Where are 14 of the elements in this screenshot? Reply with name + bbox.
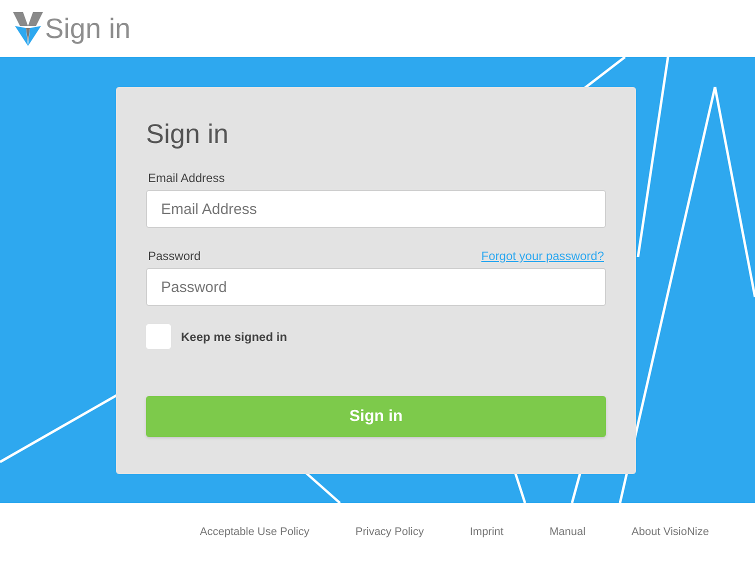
footer-link[interactable]: Imprint — [470, 524, 504, 541]
field-label: Email Address — [147, 171, 226, 185]
logo-icon — [13, 12, 43, 46]
footer-link[interactable]: Acceptable Use Policy — [200, 524, 310, 541]
footer-link[interactable]: Manual — [549, 524, 586, 541]
footer-link[interactable]: About VisioNize — [632, 524, 709, 541]
form-heading: Sign in — [146, 118, 230, 151]
keep-signed-in-checkbox[interactable] — [146, 324, 171, 349]
checkbox-label: Keep me signed in — [181, 328, 288, 346]
page-title: Sign in — [45, 14, 131, 42]
email-field[interactable]: Email Address — [146, 190, 606, 228]
footer-link[interactable]: Privacy Policy — [355, 524, 424, 541]
password-field[interactable]: Password — [146, 268, 606, 306]
field-label: Password — [148, 249, 201, 263]
